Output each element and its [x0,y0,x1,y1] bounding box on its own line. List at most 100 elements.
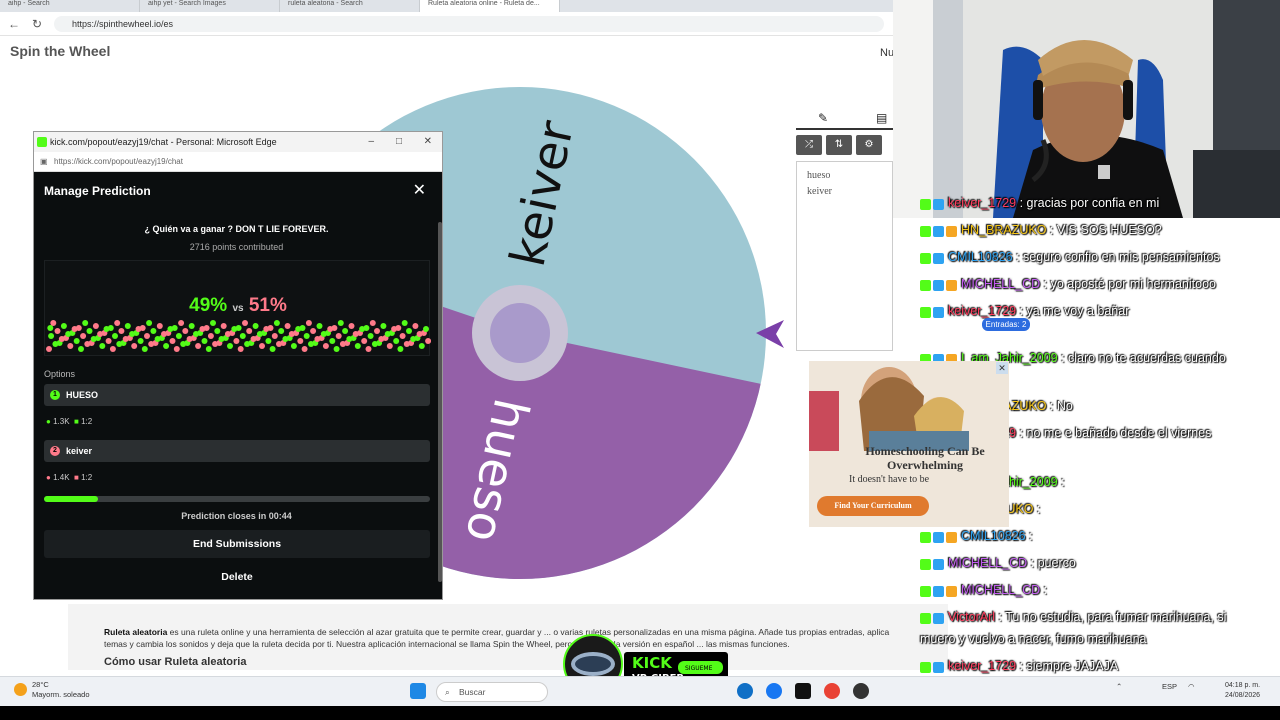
chat-username[interactable]: keiver_1729 [948,196,1016,210]
prediction-dot [205,346,212,352]
option-number: 2 [50,446,60,456]
prediction-dot [316,323,323,329]
badge-icon [933,252,944,264]
chat-badges [920,278,959,292]
chat-username[interactable]: CMIL10826 [948,250,1013,264]
chat-username[interactable]: VictorArl [948,610,995,624]
prediction-dot [141,346,148,352]
ad-close-icon[interactable]: ✕ [996,362,1008,374]
clock-time: 04:18 p. m. [1225,682,1261,689]
prediction-dot [188,323,195,329]
close-icon[interactable]: ✕ [413,180,426,200]
scrollbar[interactable] [438,222,442,582]
chrome-icon[interactable] [824,683,840,699]
back-icon[interactable]: ← [8,17,20,31]
kick-icon [37,137,47,147]
chat-username[interactable]: keiver_1729 [948,304,1016,318]
badge-icon [920,279,931,291]
prediction-dot [182,328,189,334]
chat-badges [920,224,959,238]
edge-icon[interactable] [737,683,753,699]
users-icon: ● [46,473,51,482]
chat-username[interactable]: MICHELL_CD [961,583,1040,597]
chat-username[interactable]: MICHELL_CD [948,556,1027,570]
settings-button[interactable]: ⚙ [856,135,882,155]
browser-tab[interactable]: ruleta aleatoria - Search [280,0,420,12]
taskbar-search[interactable]: ⌕ Buscar [436,682,548,702]
clipboard-icon[interactable]: ▤ [876,111,887,125]
prediction-dot [82,320,89,326]
option-label: keiver [66,446,93,456]
browser-tab[interactable]: aihp - Search [0,0,140,12]
prediction-dot [171,325,178,331]
prediction-dot [365,346,372,352]
prediction-dot [233,338,240,344]
end-submissions-button[interactable]: End Submissions [44,530,430,558]
badge-icon [920,558,931,570]
option-amount: 1.3K [53,417,70,426]
ad-banner[interactable]: Homeschooling Can Be Overwhelming It doe… [809,361,1009,527]
description-text: es una ruleta online y una herramienta d… [104,627,890,649]
chat-message: keiver_1729 : ya me voy a bañar [920,304,1129,319]
tray-chevron-icon[interactable]: ⌃ [1116,682,1122,691]
wheel-pointer-icon [756,320,784,348]
trophy-icon: ■ [74,417,79,426]
tiktok-icon[interactable] [795,683,811,699]
refresh-icon[interactable]: ↻ [32,17,42,31]
facebook-icon[interactable] [766,683,782,699]
popout-url-bar[interactable]: ▣ https://kick.com/popout/eazyj19/chat [34,152,442,172]
language-indicator[interactable]: ESP [1162,682,1177,691]
shuffle-button[interactable]: ⤮ [796,135,822,155]
kick-logo-badge: SIGUEME [685,665,713,672]
weather-widget[interactable]: 28°C Mayorm. soleado [14,680,90,700]
browser-tab-active[interactable]: Ruleta aleatoria online - Ruleta de... [420,0,560,12]
minimize-icon[interactable]: – [368,132,374,152]
panel-title: Manage Prediction [44,184,151,198]
badge-icon [933,612,944,624]
badge-icon [920,612,931,624]
prediction-dot [227,343,233,349]
chat-username[interactable]: keiver_1729 [948,659,1016,673]
entries-textarea[interactable]: hueso keiver [796,161,893,351]
prediction-chart: 49% vs 51% [44,260,431,356]
prediction-dot [333,346,340,352]
weather-temp: 28°C [32,680,49,689]
windows-start-icon[interactable] [410,683,426,699]
badge-icon [920,306,931,318]
close-window-icon[interactable]: ✕ [424,132,432,152]
prediction-dot [175,333,182,339]
sort-button[interactable]: ⇅ [826,135,852,155]
maximize-icon[interactable]: □ [396,132,402,152]
badge-icon [946,279,957,291]
ad-cta-button[interactable]: Find Your Curriculum [817,496,929,516]
sun-icon [14,683,27,696]
badge-icon [933,585,944,597]
option-1[interactable]: 1 HUESO [44,384,430,406]
prediction-dot [305,320,312,326]
prediction-dot [156,323,163,329]
prediction-dot [105,338,112,344]
prediction-dot [367,333,374,339]
kick-logo-text: KICK [632,654,673,672]
chat-badges [920,611,946,625]
chat-text: : seguro confio en mis pensamientos [1012,250,1220,264]
clock[interactable]: 04:18 p. m. 24/08/2026 [1225,681,1260,701]
prediction-dot [235,325,242,331]
prediction-dot [265,338,272,344]
chat-username[interactable]: HN_BRAZUKO [961,223,1046,237]
chat-username[interactable]: MICHELL_CD [961,277,1040,291]
pencil-icon[interactable]: ✎ [818,111,828,125]
url-field[interactable]: https://spinthewheel.io/es [54,16,884,32]
prediction-dot [290,343,297,349]
prediction-dot [239,333,246,339]
prediction-dot [163,343,170,349]
chat-username[interactable]: CMIL10826 [961,529,1026,543]
wifi-icon[interactable]: ◠ [1188,682,1195,691]
delete-button[interactable]: Delete [44,564,430,590]
time-progress-bar [44,496,430,502]
option-2[interactable]: 2 keiver [44,440,430,462]
browser-tab[interactable]: aihp yet - Search Images [140,0,280,12]
site-logo[interactable]: Spin the Wheel [10,43,110,59]
prediction-dot [80,333,87,339]
obs-icon[interactable] [853,683,869,699]
